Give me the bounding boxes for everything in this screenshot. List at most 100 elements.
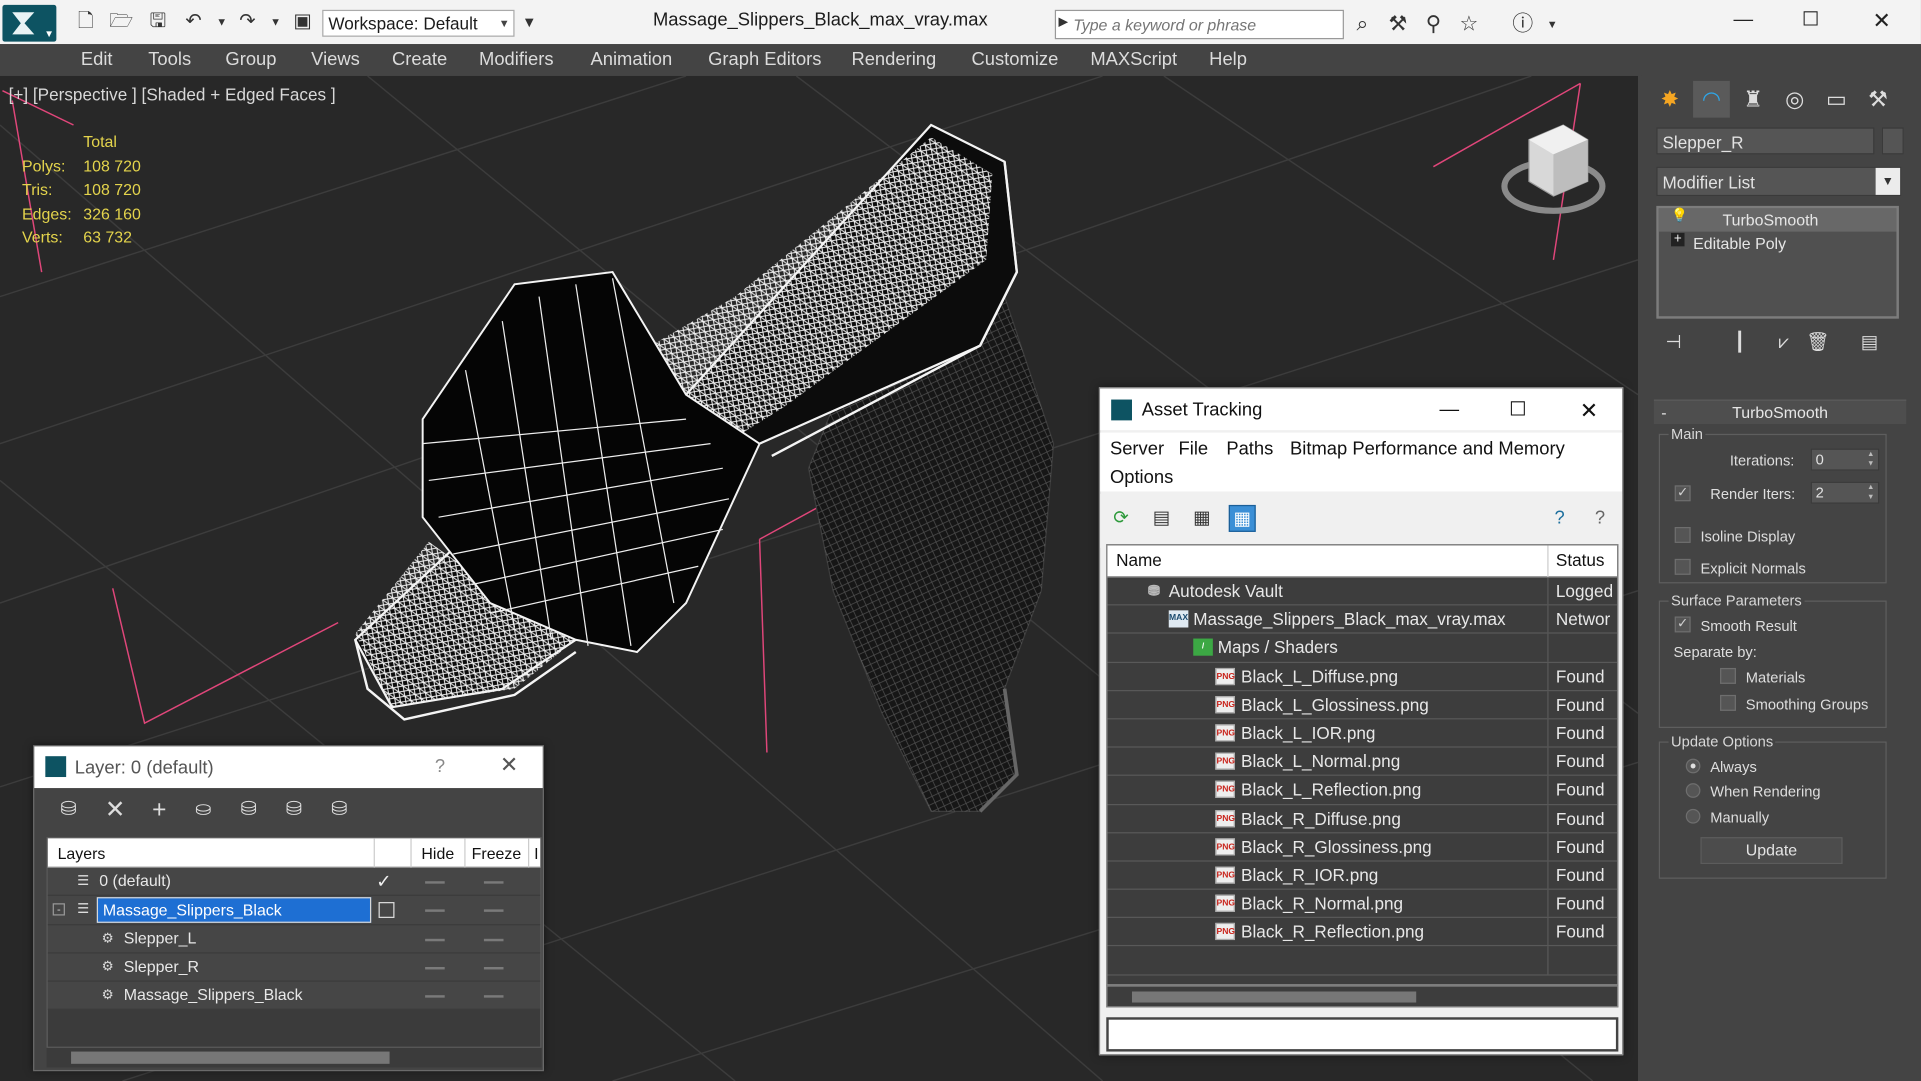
help-dropdown-icon[interactable]: ▼ (1539, 11, 1566, 38)
smooth-result-checkbox[interactable]: ✓ (1674, 616, 1691, 633)
maximize-icon[interactable]: ☐ (1786, 5, 1835, 37)
minimize-icon[interactable]: — (1421, 393, 1477, 427)
search-input[interactable] (1073, 13, 1338, 36)
hierarchy-tab-icon[interactable]: ♜ (1735, 81, 1772, 118)
layer-dialog-titlebar[interactable]: Layer: 0 (default) ? ✕ (34, 746, 543, 789)
search-expand-icon[interactable]: ▶ (1058, 16, 1067, 29)
new-file-icon[interactable]: 🗋 (74, 10, 99, 35)
close-icon[interactable]: ✕ (1561, 393, 1617, 427)
menu-help[interactable]: Help (1209, 49, 1247, 70)
hide-toggle[interactable] (425, 909, 445, 913)
column-render-header[interactable]: I (534, 844, 538, 862)
table-row[interactable]: PNG Black_R_Glossiness.png Found (1107, 833, 1618, 862)
menu-options[interactable]: Options (1110, 467, 1173, 488)
pin-stack-icon[interactable]: ⊣ (1659, 328, 1688, 357)
redo-dropdown-icon[interactable]: ▼ (263, 10, 288, 35)
explicit-normals-checkbox[interactable] (1674, 558, 1691, 575)
menu-customize[interactable]: Customize (972, 49, 1059, 70)
table-row[interactable]: MAX Massage_Slippers_Black_max_vray.max Ne… (1107, 605, 1618, 635)
workspace-dropdown[interactable]: Workspace: Default ▼ (322, 9, 515, 37)
binoculars-icon[interactable]: ⌕ (1349, 11, 1376, 38)
show-end-result-icon[interactable]: ┃ (1725, 328, 1754, 357)
render-iters-checkbox[interactable]: ✓ (1674, 485, 1691, 502)
hide-toggle[interactable] (425, 881, 445, 884)
redo-icon[interactable]: ↷ (235, 10, 260, 35)
menu-server[interactable]: Server (1110, 439, 1164, 460)
scrollbar-thumb[interactable] (1131, 991, 1417, 1003)
menu-maxscript[interactable]: MAXScript (1090, 49, 1177, 70)
spinner-arrows-icon[interactable]: ▲ ▼ (1863, 450, 1878, 470)
help-icon[interactable]: ⓘ (1509, 11, 1536, 38)
table-row[interactable]: PNG Black_R_Normal.png Found (1107, 889, 1618, 919)
menu-views[interactable]: Views (311, 49, 360, 70)
favorites-star-icon[interactable]: ☆ (1455, 11, 1482, 38)
asset-tracking-titlebar[interactable]: Asset Tracking — ☐ ✕ (1100, 388, 1623, 431)
table-row[interactable]: PNG Black_R_Diffuse.png Found (1107, 804, 1618, 834)
hide-toggle[interactable] (425, 938, 445, 941)
freeze-toggle[interactable] (483, 995, 504, 998)
make-unique-icon[interactable]: ⩗ (1769, 328, 1798, 357)
table-row[interactable]: PNG Black_L_Reflection.png Found (1107, 776, 1618, 805)
lightbulb-icon[interactable]: 💡 (1671, 209, 1688, 223)
object-color-swatch[interactable] (1881, 127, 1904, 155)
delete-layer-icon[interactable]: ✕ (100, 795, 129, 824)
column-name-header[interactable]: Name (1116, 550, 1162, 570)
turbosmooth-rollout-header[interactable]: - TurboSmooth (1653, 399, 1907, 425)
stack-item-editable-poly[interactable]: + Editable Poly (1659, 232, 1897, 255)
layer-row-object[interactable]: ⚙ Massage_Slippers_Black (47, 981, 541, 1011)
open-file-icon[interactable]: 🗁 (109, 10, 134, 35)
freeze-toggle[interactable] (483, 909, 504, 913)
thumbnail-view-icon[interactable]: ▦ (1188, 505, 1215, 532)
project-folder-icon[interactable]: ▣ (290, 10, 315, 35)
hide-toggle[interactable] (425, 995, 445, 998)
create-new-layer-icon[interactable]: ⛁ (54, 795, 83, 824)
menu-animation[interactable]: Animation (590, 49, 672, 70)
layer-row-default[interactable]: ☰ 0 (default) ✓ (47, 867, 541, 897)
close-icon[interactable]: ✕ (1857, 5, 1906, 37)
close-icon[interactable]: ✕ (500, 753, 518, 779)
create-tab-sun-icon[interactable]: ✸ (1651, 81, 1688, 118)
freeze-toggle[interactable] (483, 938, 504, 941)
current-layer-checkmark-icon[interactable]: ✓ (376, 870, 391, 892)
display-tab-icon[interactable]: ▭ (1818, 81, 1855, 118)
table-row[interactable]: / Maps / Shaders (1107, 634, 1618, 663)
horizontal-scrollbar[interactable] (1106, 985, 1619, 1008)
select-objects-in-layer-icon[interactable]: ⛀ (189, 795, 218, 824)
viewport-label-menu[interactable]: [+] [Perspective ] [Shaded + Edged Faces… (9, 85, 336, 105)
maximize-icon[interactable]: ☐ (1490, 393, 1546, 427)
menu-tools[interactable]: Tools (148, 49, 191, 70)
asset-path-status-field[interactable] (1106, 1017, 1619, 1052)
layer-row-object[interactable]: ⚙ Slepper_L (47, 924, 541, 954)
object-name-field[interactable]: Slepper_R (1656, 127, 1875, 155)
freeze-unfreeze-all-icon[interactable]: ⛁ (325, 795, 354, 824)
utilities-tab-wrench-icon[interactable]: ⚒ (1860, 81, 1897, 118)
menu-edit[interactable]: Edit (81, 49, 113, 70)
menu-file[interactable]: File (1179, 439, 1209, 460)
help-question-icon[interactable]: ? (435, 756, 445, 777)
table-row[interactable]: ⛃ Autodesk Vault Logged (1107, 577, 1618, 606)
modify-tab-icon[interactable]: ◠ (1693, 80, 1730, 118)
column-layers-header[interactable]: Layers (58, 844, 106, 862)
stack-item-turbosmooth[interactable]: 💡 TurboSmooth (1658, 208, 1897, 232)
table-row[interactable]: PNG Black_L_IOR.png Found (1107, 719, 1618, 748)
menu-group[interactable]: Group (225, 49, 276, 70)
toolbar-overflow-icon[interactable]: ▼ (517, 10, 542, 35)
tools-icon[interactable]: ⚒ (1384, 11, 1411, 38)
table-row[interactable]: PNG Black_L_Normal.png Found (1107, 747, 1618, 777)
menu-rendering[interactable]: Rendering (851, 49, 936, 70)
table-row[interactable]: PNG Black_L_Diffuse.png Found (1107, 662, 1618, 691)
save-icon[interactable]: 🖫 (146, 10, 171, 35)
column-hide-header[interactable]: Hide (421, 844, 454, 862)
update-button[interactable]: Update (1700, 837, 1843, 865)
table-view-icon[interactable]: ▦ (1228, 504, 1256, 532)
help-icon[interactable]: ? (1546, 505, 1573, 532)
freeze-toggle[interactable] (483, 966, 504, 970)
table-row[interactable]: PNG Black_R_IOR.png Found (1107, 861, 1618, 890)
list-view-icon[interactable]: ▤ (1148, 505, 1175, 532)
when-rendering-radio[interactable] (1685, 783, 1701, 798)
spinner-arrows-icon[interactable]: ▲ ▼ (1863, 483, 1878, 503)
modifier-list-dropdown[interactable]: Modifier List ▼ (1656, 166, 1902, 197)
horizontal-scrollbar[interactable] (46, 1047, 542, 1068)
table-row[interactable]: PNG Black_L_Glossiness.png Found (1107, 690, 1618, 720)
menu-modifiers[interactable]: Modifiers (479, 49, 554, 70)
